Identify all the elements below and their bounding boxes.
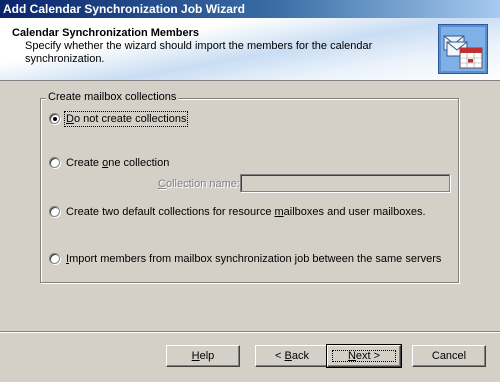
wizard-header: Calendar Synchronization Members Specify… bbox=[0, 18, 500, 81]
window-title: Add Calendar Synchronization Job Wizard bbox=[3, 2, 245, 16]
button-label: elp bbox=[199, 350, 215, 362]
label-part: ne collection bbox=[108, 157, 170, 169]
label-part: Create two default collections for resou… bbox=[66, 206, 275, 218]
radio-import-members[interactable] bbox=[49, 253, 60, 264]
next-button[interactable]: Next > bbox=[326, 344, 402, 368]
footer-divider bbox=[0, 331, 500, 333]
calendar-envelope-icon bbox=[438, 24, 488, 74]
label-part: mport members from mailbox synchronizati… bbox=[69, 253, 442, 265]
label-part: ollection name: bbox=[165, 178, 240, 190]
help-button[interactable]: Help bbox=[166, 345, 240, 367]
label-part: ailboxes and user mailboxes. bbox=[283, 206, 426, 218]
label-mnemonic: m bbox=[274, 206, 284, 218]
radio-do-not-create[interactable] bbox=[49, 113, 60, 124]
label-mnemonic: C bbox=[158, 178, 166, 190]
button-mnemonic: B bbox=[284, 350, 292, 362]
button-label: ack bbox=[291, 350, 309, 362]
back-button[interactable]: < Back bbox=[255, 345, 329, 367]
label-part: o not create collections bbox=[73, 113, 187, 125]
group-legend: Create mailbox collections bbox=[46, 91, 179, 103]
page-title: Calendar Synchronization Members bbox=[12, 27, 200, 39]
page-description: Specify whether the wizard should import… bbox=[25, 40, 373, 65]
collection-name-label: Collection name: bbox=[158, 178, 240, 190]
option-create-one-label[interactable]: Create one collection bbox=[66, 157, 169, 169]
radio-create-one[interactable] bbox=[49, 157, 60, 168]
radio-create-two-default[interactable] bbox=[49, 206, 60, 217]
option-create-two-label[interactable]: Create two default collections for resou… bbox=[66, 206, 426, 218]
option-do-not-create-label[interactable]: Do not create collections bbox=[63, 111, 189, 127]
button-mnemonic: H bbox=[191, 350, 200, 362]
option-import-members-label[interactable]: Import members from mailbox synchronizat… bbox=[66, 253, 441, 265]
cancel-button[interactable]: Cancel bbox=[412, 345, 486, 367]
collection-name-field[interactable] bbox=[240, 174, 450, 192]
label-part: Create bbox=[66, 157, 103, 169]
label-mnemonic: D bbox=[66, 113, 74, 125]
window-titlebar[interactable]: Add Calendar Synchronization Job Wizard bbox=[0, 0, 500, 18]
focus-rect bbox=[332, 350, 396, 362]
button-label: < bbox=[275, 350, 285, 362]
button-label: Cancel bbox=[431, 350, 467, 362]
